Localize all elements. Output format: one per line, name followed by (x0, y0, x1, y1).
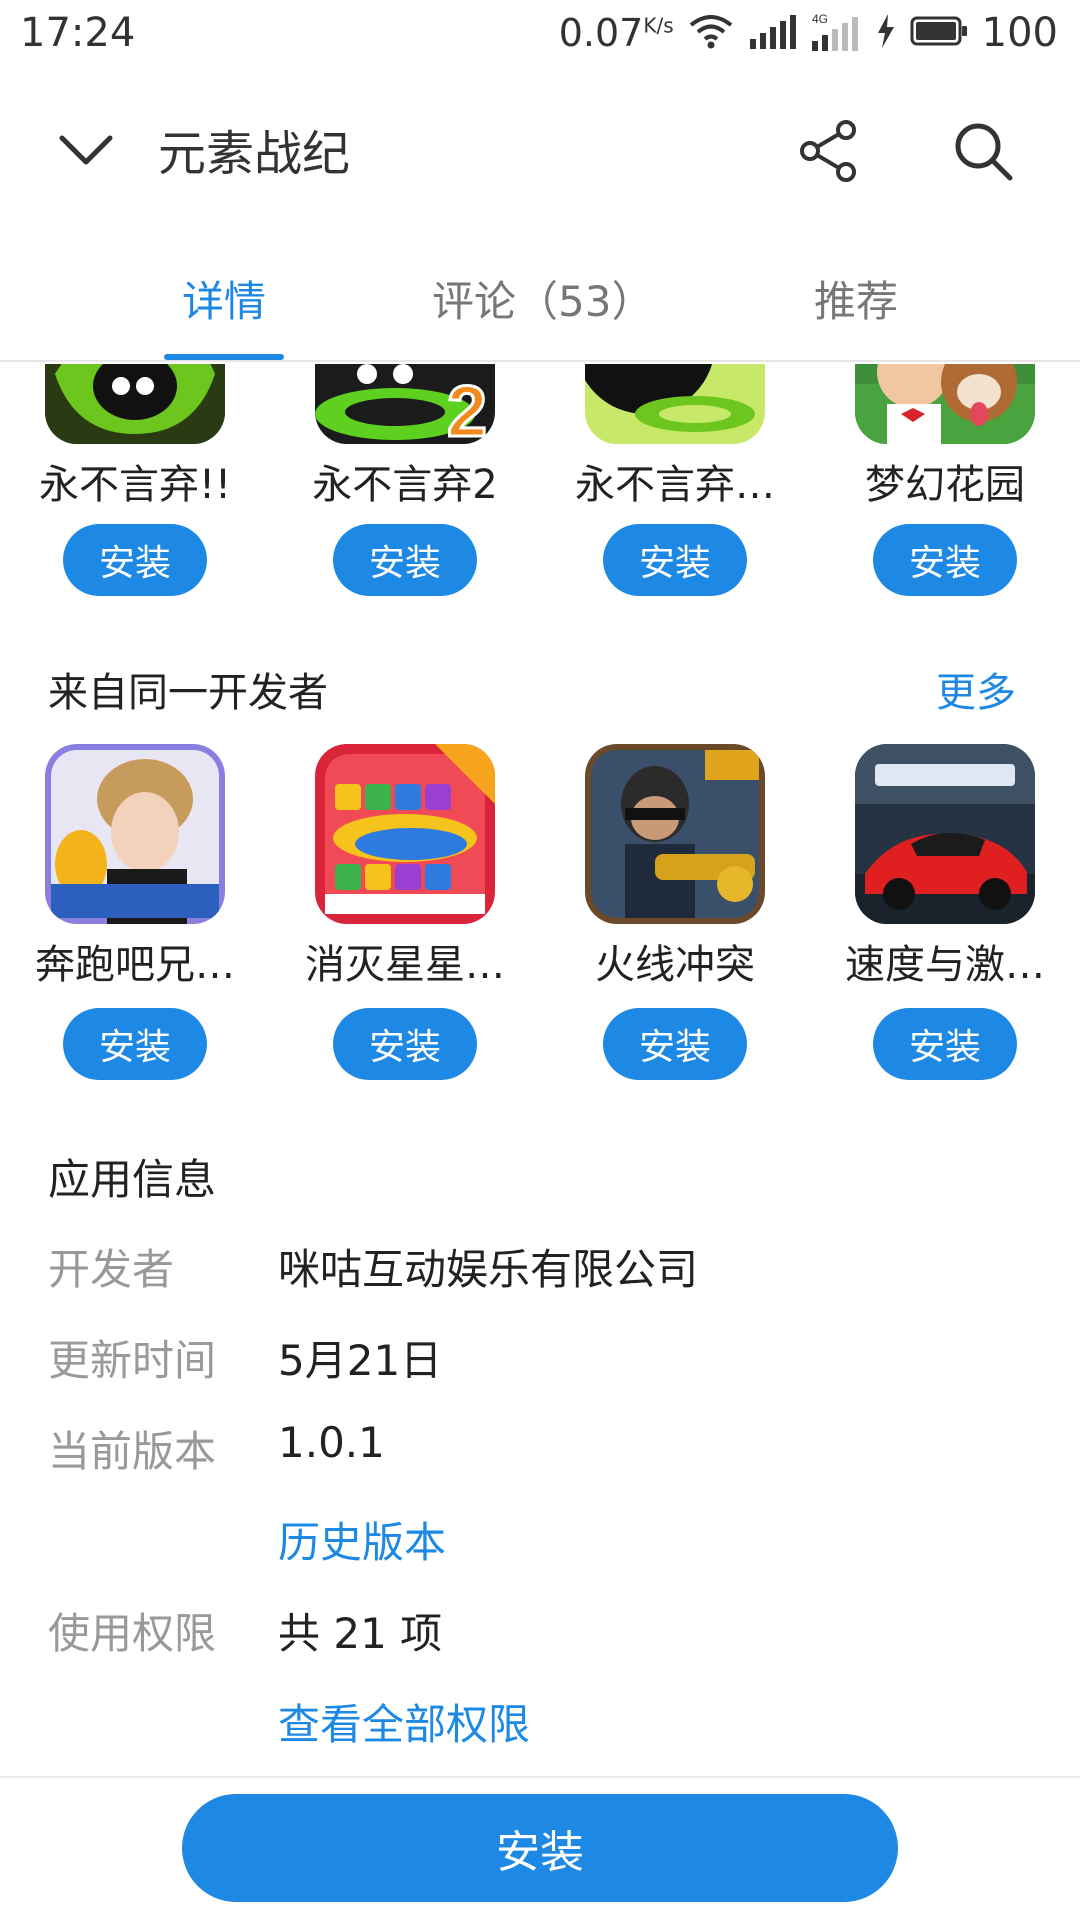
battery-level: 100 (981, 10, 1058, 56)
share-icon[interactable] (796, 118, 862, 184)
developer-apps-row: 奔跑吧兄… 安装 消灭星星… 安装 火线冲突 安装 速度与激… 安装 (0, 744, 1080, 1084)
charging-icon (876, 14, 896, 52)
app-icon-never-give-up-2[interactable]: 2 (315, 364, 495, 444)
install-button[interactable]: 安装 (873, 524, 1017, 596)
tab-details[interactable]: 详情 (182, 268, 266, 329)
app-name[interactable]: 速度与激… (810, 932, 1080, 990)
tab-reviews[interactable]: 评论（53） (432, 268, 653, 329)
info-row-version: 当前版本 1.0.1 (48, 1418, 1038, 1478)
install-button[interactable]: 安装 (603, 524, 747, 596)
status-bar: 17:24 0.07K/s 4G 100 (0, 0, 1080, 66)
status-right: 0.07K/s 4G 100 (559, 8, 1058, 58)
install-button[interactable]: 安装 (873, 1008, 1017, 1080)
chevron-down-icon[interactable] (56, 120, 116, 180)
app-icon-never-give-up[interactable] (45, 364, 225, 444)
similar-apps-row: 永不言弃!! 安装 2 永不言弃2 安装 永不言弃… 安装 梦幻花园 安装 (0, 364, 1080, 604)
main-install-button[interactable]: 安装 (182, 1794, 898, 1902)
info-value-permissions: 共 21 项 (278, 1609, 443, 1658)
page-title: 元素战纪 (158, 126, 351, 182)
history-versions-link[interactable]: 历史版本 (278, 1509, 446, 1570)
app-name[interactable]: 消灭星星… (270, 932, 540, 990)
install-button[interactable]: 安装 (63, 1008, 207, 1080)
status-speed-unit: K/s (643, 13, 674, 38)
install-button[interactable]: 安装 (333, 1008, 477, 1080)
status-time: 17:24 (20, 10, 136, 56)
app-name[interactable]: 永不言弃… (540, 452, 810, 510)
status-speed-value: 0.07 (558, 11, 644, 55)
app-icon-crossfire[interactable] (585, 744, 765, 924)
info-value-version: 1.0.1 (278, 1418, 385, 1467)
tab-recommend[interactable]: 推荐 (814, 268, 898, 329)
more-link[interactable]: 更多 (936, 660, 1016, 718)
svg-text:2: 2 (447, 372, 487, 444)
signal-icon (748, 13, 796, 53)
info-label-permissions: 使用权限 (48, 1609, 217, 1658)
install-button[interactable]: 安装 (333, 524, 477, 596)
info-label-version: 当前版本 (48, 1427, 217, 1476)
app-name[interactable]: 奔跑吧兄… (0, 932, 270, 990)
info-value-developer: 咪咕互动娱乐有限公司 (278, 1245, 699, 1294)
app-icon-popstar[interactable] (315, 744, 495, 924)
app-icon-running-man[interactable] (45, 744, 225, 924)
status-speed: 0.07K/s (559, 11, 674, 55)
info-label-developer: 开发者 (48, 1245, 175, 1294)
info-value-updated: 5月21日 (278, 1336, 443, 1385)
view-all-permissions-link[interactable]: 查看全部权限 (278, 1691, 530, 1752)
app-header: 元素战纪 (0, 90, 1080, 210)
search-icon[interactable] (950, 118, 1016, 184)
info-row-permissions: 使用权限 共 21 项 (48, 1600, 1038, 1660)
install-button[interactable]: 安装 (603, 1008, 747, 1080)
app-info-title: 应用信息 (48, 1155, 217, 1204)
bottom-divider (0, 1776, 1080, 1778)
app-name[interactable]: 永不言弃2 (270, 452, 540, 510)
app-name[interactable]: 火线冲突 (540, 932, 810, 990)
wifi-icon (688, 13, 734, 53)
app-icon-fast8[interactable] (855, 744, 1035, 924)
tab-bar: 详情 评论（53） 推荐 (0, 250, 1080, 362)
app-name[interactable]: 永不言弃!! (0, 452, 270, 510)
info-row-developer: 开发者 咪咕互动娱乐有限公司 (48, 1236, 1038, 1296)
battery-icon (910, 15, 968, 51)
app-name[interactable]: 梦幻花园 (810, 452, 1080, 510)
install-button[interactable]: 安装 (63, 524, 207, 596)
info-row-updated: 更新时间 5月21日 (48, 1327, 1038, 1387)
signal-4g-icon: 4G (810, 11, 862, 55)
app-icon-never-give-up-3[interactable] (585, 364, 765, 444)
info-label-updated: 更新时间 (48, 1336, 217, 1385)
tab-active-indicator (164, 354, 284, 360)
app-icon-dream-garden[interactable] (855, 364, 1035, 444)
developer-section-title: 来自同一开发者 (48, 670, 328, 716)
network-type-label: 4G (812, 12, 828, 26)
